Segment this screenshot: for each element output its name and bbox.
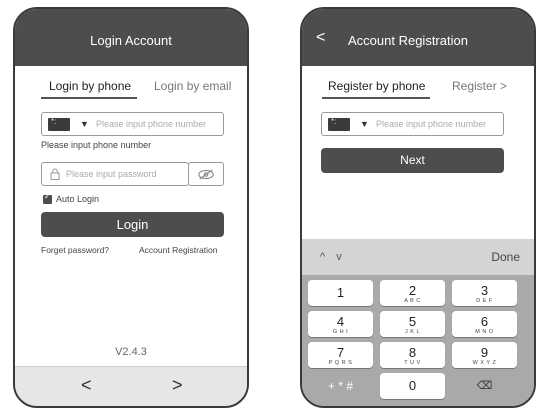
key-label: 1 <box>336 285 345 300</box>
key-label: 0 <box>408 378 417 393</box>
nav-back-button[interactable]: < <box>81 375 92 396</box>
page-title: Account Registration <box>348 33 468 48</box>
registration-tabs: Register by phone Register > <box>302 71 534 101</box>
tab-login-by-phone[interactable]: Login by phone <box>49 79 131 93</box>
next-button[interactable]: Next <box>321 148 504 173</box>
key-9[interactable]: 9W X Y Z <box>452 342 517 368</box>
tab-active-underline <box>41 97 137 99</box>
phone-placeholder: Please input phone number <box>96 119 207 129</box>
key-3[interactable]: 3D E F <box>452 280 517 306</box>
phone-hint: Please input phone number <box>41 140 152 150</box>
key-4[interactable]: 4G H I <box>308 311 373 337</box>
key-label: 9 <box>480 345 489 360</box>
caret-down-icon[interactable]: ▼ <box>360 119 369 129</box>
registration-screen: < Account Registration Register by phone… <box>300 7 536 408</box>
password-placeholder: Please input password <box>66 169 157 179</box>
phone-input[interactable]: ▼ Please input phone number <box>321 112 504 136</box>
phone-input[interactable]: ▼ Please input phone number <box>41 112 224 136</box>
numeric-keyboard: ^ v Done 1 2A B C 3D E F 4G H I 5J K L 6M N O… <box>302 239 534 406</box>
auto-login-checkbox[interactable] <box>43 192 52 204</box>
key-7[interactable]: 7P Q R S <box>308 342 373 368</box>
login-titlebar: Login Account <box>15 9 247 66</box>
page-title: Login Account <box>90 33 172 48</box>
key-letters: W X Y Z <box>472 360 497 366</box>
key-label: 6 <box>480 314 489 329</box>
flag-icon[interactable] <box>328 117 350 131</box>
tab-login-by-email[interactable]: Login by email <box>154 79 231 93</box>
caret-down-icon[interactable]: ▼ <box>80 119 89 129</box>
login-button[interactable]: Login <box>41 212 224 237</box>
bottom-navbar: < > <box>15 366 247 406</box>
flag-icon[interactable] <box>48 117 70 131</box>
tab-register-other[interactable]: Register > <box>452 79 507 93</box>
key-1[interactable]: 1 <box>308 280 373 306</box>
login-screen: Login Account Login by phone Login by em… <box>13 7 249 408</box>
keyboard-done-button[interactable]: Done <box>491 250 520 264</box>
version-label: V2.4.3 <box>115 346 147 358</box>
tab-register-by-phone[interactable]: Register by phone <box>328 79 425 93</box>
backspace-icon: ⌫ <box>476 380 493 392</box>
back-button[interactable]: < <box>316 29 325 47</box>
key-letters: A B C <box>404 298 421 304</box>
key-2[interactable]: 2A B C <box>380 280 445 306</box>
key-6[interactable]: 6M N O <box>452 311 517 337</box>
key-label: 4 <box>336 314 345 329</box>
key-label: 3 <box>480 283 489 298</box>
key-backspace[interactable]: ⌫ <box>452 373 517 399</box>
forget-password-link[interactable]: Forget password? <box>41 245 109 255</box>
key-letters: G H I <box>332 329 349 335</box>
key-8[interactable]: 8T U V <box>380 342 445 368</box>
lock-icon <box>50 168 60 180</box>
keyboard-arrows[interactable]: ^ v <box>320 251 346 263</box>
key-label: 2 <box>408 283 417 298</box>
account-registration-link[interactable]: Account Registration <box>139 245 217 255</box>
key-letters: J K L <box>404 329 421 335</box>
login-tabs: Login by phone Login by email <box>15 71 247 101</box>
toggle-password-visibility[interactable] <box>188 162 224 186</box>
key-label: 8 <box>408 345 417 360</box>
phone-placeholder: Please input phone number <box>376 119 487 129</box>
auto-login-label: Auto Login <box>56 194 100 204</box>
key-5[interactable]: 5J K L <box>380 311 445 337</box>
key-letters: T U V <box>404 360 421 366</box>
key-0[interactable]: 0 <box>380 373 445 399</box>
key-symbols[interactable]: + * # <box>308 373 373 399</box>
keyboard-toolbar: ^ v Done <box>302 239 534 275</box>
key-label: + * # <box>327 379 354 393</box>
key-label: 7 <box>336 345 345 360</box>
eye-off-icon <box>198 169 214 180</box>
key-letters: P Q R S <box>328 360 353 366</box>
key-letters: M N O <box>475 329 494 335</box>
nav-forward-button[interactable]: > <box>172 375 183 396</box>
password-input[interactable]: Please input password <box>41 162 189 186</box>
tab-active-underline <box>322 97 430 99</box>
key-letters: D E F <box>476 298 493 304</box>
registration-titlebar: < Account Registration <box>302 9 534 66</box>
key-label: 5 <box>408 314 417 329</box>
